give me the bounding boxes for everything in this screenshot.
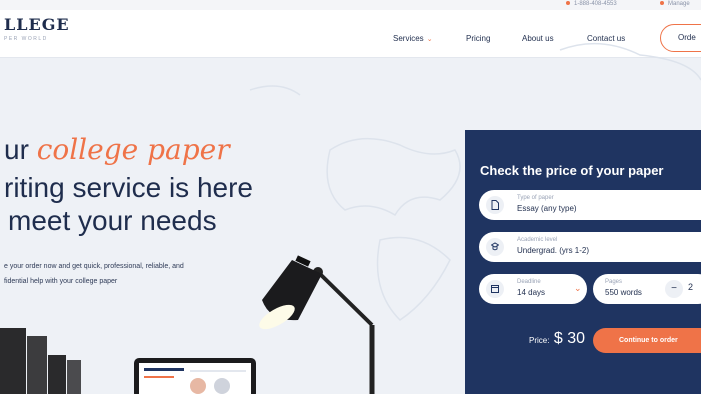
pages-label: Pages bbox=[605, 279, 623, 285]
pages-stepper: Pages 550 words − 2 bbox=[593, 274, 701, 304]
type-of-paper-label: Type of paper bbox=[517, 195, 554, 201]
pages-words-value: 550 words bbox=[605, 288, 642, 297]
books-icon bbox=[0, 328, 81, 394]
type-of-paper-value: Essay (any type) bbox=[517, 204, 577, 213]
pages-decrement-button[interactable]: − bbox=[665, 280, 683, 298]
academic-level-label: Academic level bbox=[517, 237, 558, 243]
deadline-label: Deadline bbox=[517, 279, 541, 285]
deadline-select[interactable]: Deadline 14 days ⌄ bbox=[479, 274, 587, 304]
price-calculator-title: Check the price of your paper bbox=[480, 163, 664, 178]
pages-count-input[interactable]: 2 bbox=[688, 282, 693, 292]
price-display: Price: $ 30 bbox=[529, 330, 585, 348]
type-of-paper-select[interactable]: Type of paper Essay (any type) bbox=[479, 190, 701, 220]
price-calculator-card: Check the price of your paper Type of pa… bbox=[465, 130, 701, 394]
continue-to-order-button[interactable]: Continue to order bbox=[593, 328, 701, 353]
academic-level-value: Undergrad. (yrs 1-2) bbox=[517, 246, 590, 255]
graduation-cap-icon bbox=[486, 238, 504, 256]
academic-level-select[interactable]: Academic level Undergrad. (yrs 1-2) bbox=[479, 232, 701, 262]
price-label: Price: bbox=[529, 336, 550, 345]
laptop-icon bbox=[134, 358, 256, 394]
document-icon bbox=[486, 196, 504, 214]
calendar-icon bbox=[486, 280, 504, 298]
price-value: $ 30 bbox=[553, 330, 586, 347]
desk-lamp-icon bbox=[259, 255, 375, 394]
deadline-value: 14 days bbox=[517, 288, 546, 297]
chevron-down-icon: ⌄ bbox=[574, 283, 582, 293]
